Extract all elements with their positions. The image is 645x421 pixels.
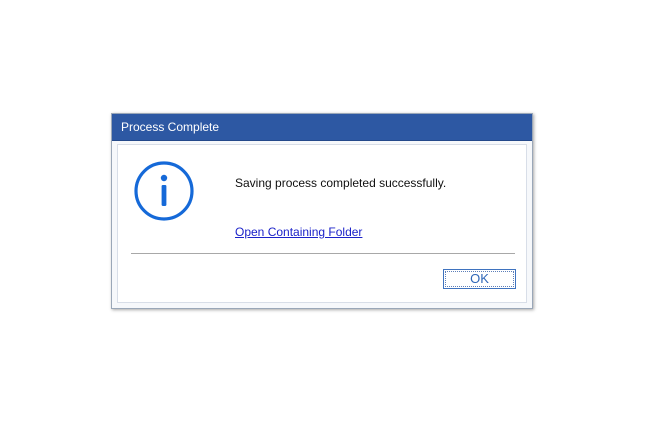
- process-complete-dialog: Process Complete Saving process complete…: [111, 113, 533, 309]
- ok-button[interactable]: OK: [443, 269, 516, 289]
- dialog-content-panel: Saving process completed successfully. O…: [117, 144, 527, 303]
- open-containing-folder-link[interactable]: Open Containing Folder: [235, 225, 362, 239]
- dialog-divider: [131, 253, 515, 254]
- info-circle-icon: [133, 160, 195, 222]
- status-message: Saving process completed successfully.: [235, 176, 447, 190]
- dialog-title: Process Complete: [121, 120, 220, 134]
- dialog-titlebar[interactable]: Process Complete: [112, 114, 532, 141]
- screen-background: Process Complete Saving process complete…: [0, 0, 645, 421]
- ok-button-label: OK: [470, 271, 489, 286]
